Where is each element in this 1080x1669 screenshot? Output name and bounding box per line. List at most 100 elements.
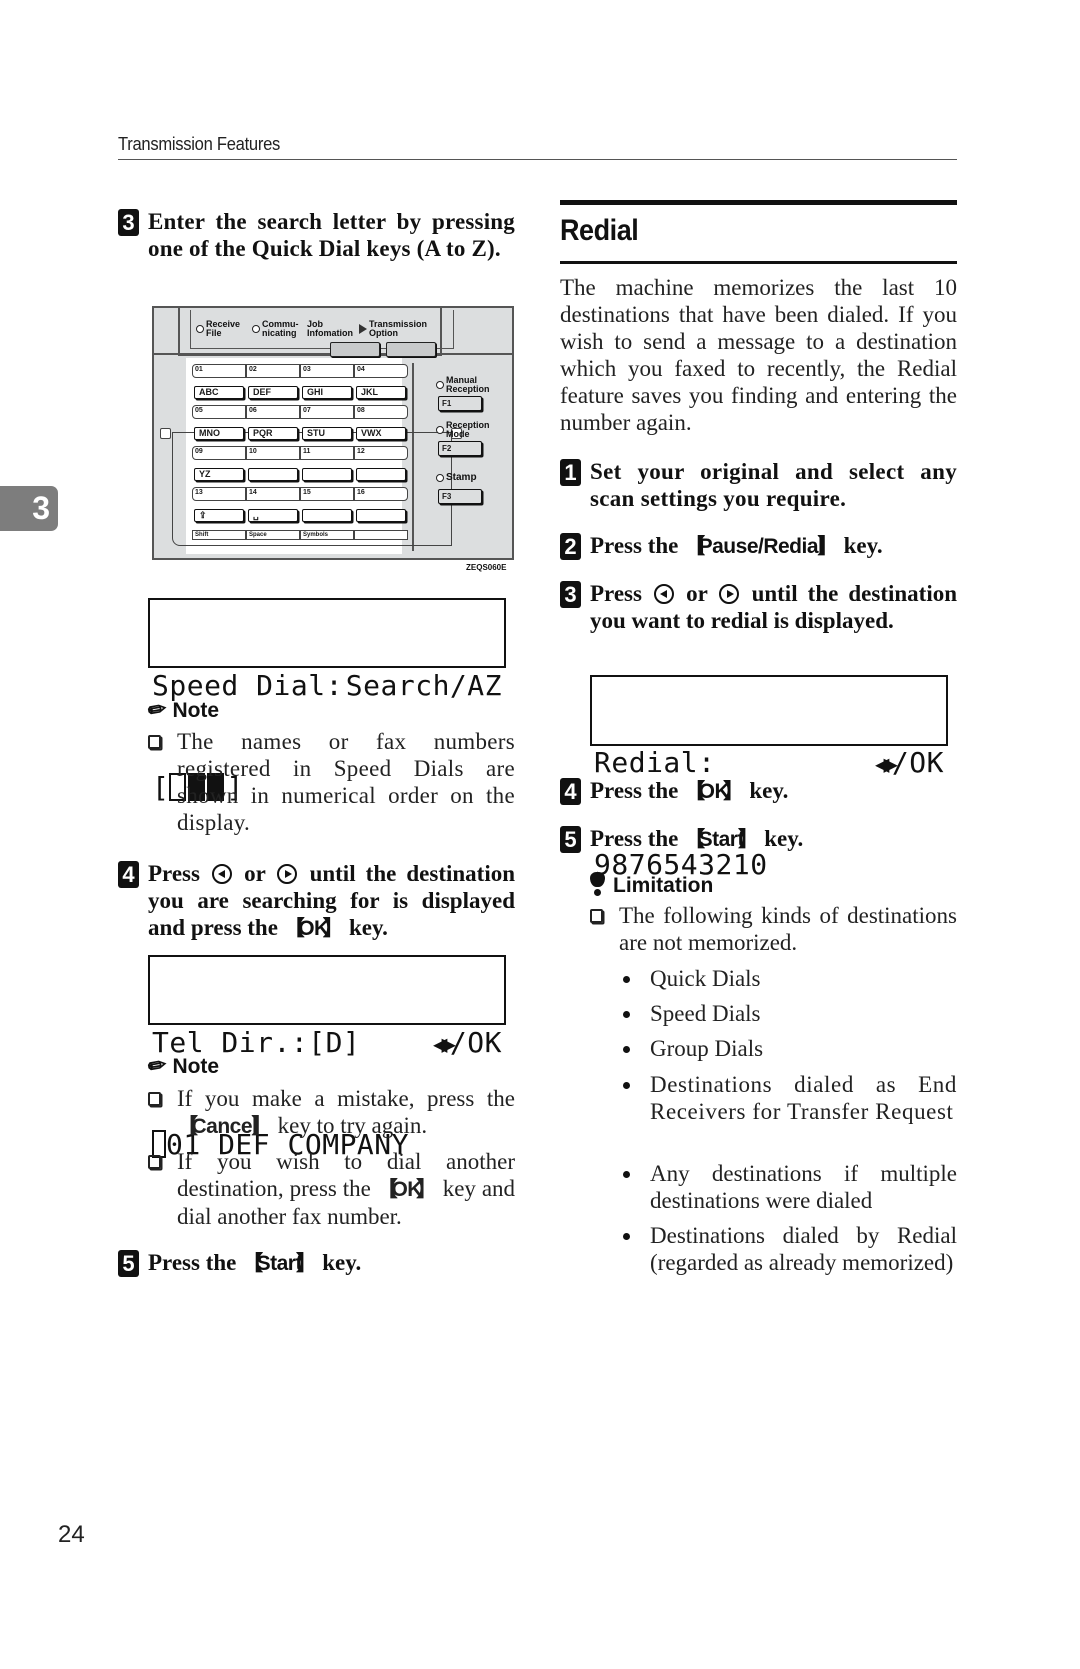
step-number: 3 <box>118 209 139 236</box>
blank-key[interactable] <box>356 509 406 522</box>
ok-key-label: OK <box>284 917 344 940</box>
number-cell: 03 <box>300 364 354 378</box>
right-arrow-key-icon <box>719 584 740 604</box>
bullet-item: Speed Dials <box>623 1000 957 1027</box>
figure-caption: ZEQS060E <box>466 563 507 572</box>
number-cell: 12 <box>354 446 408 460</box>
quick-dial-key-row: ⇪ ␣ <box>194 509 412 522</box>
bullet-icon <box>623 1046 630 1053</box>
start-key-label: Start <box>242 1252 316 1275</box>
number-cell: 14 <box>246 487 300 501</box>
lcd-tel-directory: Tel Dir.:[D] ◀▶/OK 01 DEF COMPANY <box>148 955 506 1161</box>
ok-key-label: OK <box>684 780 744 803</box>
indicator-job-information: Job Infomation <box>307 319 353 338</box>
f2-key[interactable]: F2 <box>438 441 482 456</box>
header-rule <box>118 159 957 160</box>
job-information-key[interactable] <box>330 342 380 357</box>
control-panel-figure: Receive File Commu-nicating Job Infomation… <box>152 306 514 560</box>
bullet-item: Destinations dialed as End Receivers for… <box>623 1071 957 1125</box>
step-text: Enter the search letter by pressing one … <box>148 209 515 261</box>
quick-dial-key-row: YZ <box>194 468 412 481</box>
quick-dial-key-mno[interactable]: MNO <box>194 427 244 440</box>
left-step-3: 3 Enter the search letter by pressing on… <box>118 208 515 262</box>
number-cell: 09 <box>192 446 246 460</box>
quick-dial-key-vwx[interactable]: VWX <box>356 427 406 440</box>
checkbox-icon <box>148 1092 161 1106</box>
cancel-key-label: Cancel <box>177 1115 272 1138</box>
number-cell: 02 <box>246 364 300 378</box>
note-item: If you make a mistake, press the Cancel … <box>148 1085 515 1140</box>
number-cell: 16 <box>354 487 408 501</box>
ok-key-label: OK <box>377 1178 437 1201</box>
left-arrow-key-icon <box>654 584 675 604</box>
left-right-arrows-icon: ◀▶ <box>433 1030 456 1058</box>
note-heading: ✏ Note <box>145 695 220 724</box>
quick-dial-key-def[interactable]: DEF <box>248 386 298 399</box>
f1-key[interactable]: F1 <box>438 396 482 411</box>
intro-paragraph: The machine memorizes the last 10 destin… <box>560 275 957 435</box>
checkbox-icon <box>148 735 161 749</box>
number-cell: 04 <box>354 364 408 378</box>
quick-dial-key-row: MNO PQR STU VWX <box>194 427 412 440</box>
step-number: 4 <box>118 861 139 888</box>
limitation-icon <box>589 872 605 896</box>
number-cell: 13 <box>192 487 246 501</box>
bullet-item: Group Dials <box>623 1035 957 1062</box>
quick-dial-key-blank[interactable] <box>356 468 406 481</box>
led-icon <box>436 381 444 389</box>
quick-dial-key-stu[interactable]: STU <box>302 427 352 440</box>
number-cell: 01 <box>192 364 246 378</box>
quick-dial-key-yz[interactable]: YZ <box>194 468 244 481</box>
running-head: Transmission Features <box>118 134 281 154</box>
led-icon <box>196 325 204 333</box>
quick-dial-number-row: 01 02 03 04 <box>192 364 410 378</box>
bullet-item: Destinations dialed by Redial (regarded … <box>623 1222 957 1276</box>
lcd-redial: Redial: ◀▶/OK 9876543210 <box>590 675 948 881</box>
quick-dial-key-ghi[interactable]: GHI <box>302 386 352 399</box>
bullet-icon <box>623 976 630 983</box>
bullet-icon <box>623 1171 630 1178</box>
transmission-option-key[interactable] <box>386 342 436 357</box>
number-cell: 11 <box>300 446 354 460</box>
quick-dial-key-pqr[interactable]: PQR <box>248 427 298 440</box>
space-key[interactable]: ␣ <box>248 509 298 522</box>
pause-redial-key-label: Pause/Redial <box>684 535 838 558</box>
bullet-item: Any destinations if multiple destination… <box>623 1160 957 1214</box>
right-step-4: 4 Press the OK key. <box>560 777 957 805</box>
bullet-item: Quick Dials <box>623 965 957 992</box>
pencil-icon: ✏ <box>145 1051 169 1080</box>
right-step-1: 1 Set your original and select any scan … <box>560 458 957 512</box>
quick-dial-key-blank[interactable] <box>302 468 352 481</box>
checkbox-icon <box>148 1155 161 1169</box>
right-step-2: 2 Press the Pause/Redial key. <box>560 532 957 560</box>
limitation-heading: Limitation <box>589 872 713 898</box>
step-number: 5 <box>118 1250 139 1277</box>
left-arrow-key-icon <box>212 864 233 884</box>
key-label: Symbols <box>300 530 354 540</box>
symbols-key[interactable] <box>302 509 352 522</box>
step-number: 1 <box>560 459 581 486</box>
quick-dial-key-jkl[interactable]: JKL <box>356 386 406 399</box>
limitation-item: The following kinds of destinations are … <box>590 902 957 956</box>
number-cell: 08 <box>354 405 408 419</box>
indicator-receive-file: Receive File <box>196 320 240 338</box>
right-arrow-key-icon <box>277 864 298 884</box>
key-label <box>354 530 408 540</box>
shift-key[interactable]: ⇪ <box>194 509 244 522</box>
note-item: If you wish to dial another destination,… <box>148 1148 515 1230</box>
quick-dial-number-row: 09 10 11 12 <box>192 446 410 460</box>
indicator-stamp: Stamp <box>436 473 477 483</box>
bullet-icon <box>623 1082 630 1089</box>
bullet-icon <box>623 1233 630 1240</box>
section-rule-bottom <box>560 261 957 264</box>
left-step-4: 4 Press or until the destination you are… <box>118 860 515 942</box>
quick-dial-key-blank[interactable] <box>248 468 298 481</box>
quick-dial-key-abc[interactable]: ABC <box>194 386 244 399</box>
key-label: Shift <box>192 530 246 540</box>
left-step-5: 5 Press the Start key. <box>118 1249 515 1277</box>
key-label-row: Shift Space Symbols <box>192 530 410 540</box>
step-number: 4 <box>560 778 581 805</box>
step-number: 3 <box>560 581 581 608</box>
f3-key[interactable]: F3 <box>438 489 482 504</box>
led-icon <box>436 473 444 482</box>
